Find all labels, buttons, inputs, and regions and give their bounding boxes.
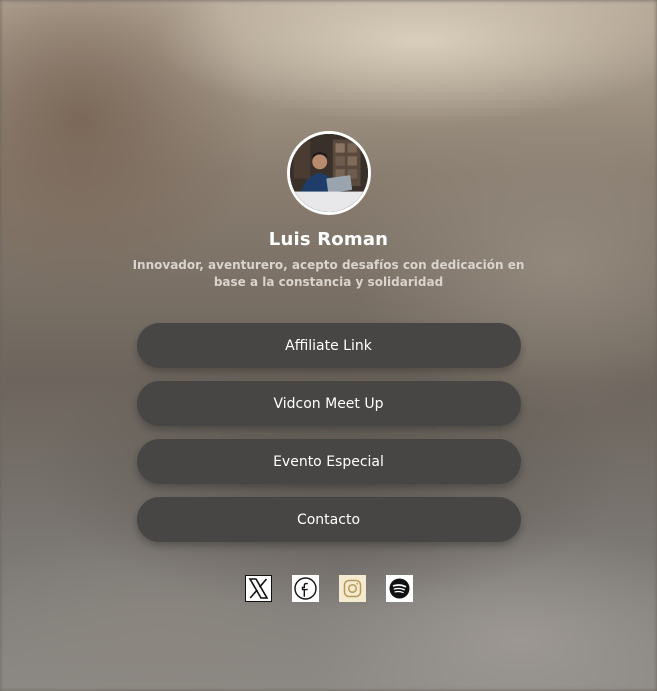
x-twitter-icon[interactable]	[244, 575, 272, 602]
social-icons	[244, 575, 413, 602]
avatar	[286, 131, 371, 215]
avatar-photo	[289, 134, 368, 212]
facebook-icon[interactable]	[291, 575, 319, 602]
evento-especial-button[interactable]: Evento Especial	[136, 439, 521, 484]
link-list: Affiliate Link Vidcon Meet Up Evento Esp…	[136, 323, 521, 542]
spotify-icon[interactable]	[385, 575, 413, 602]
contacto-button[interactable]: Contacto	[136, 497, 521, 542]
profile-name: Luis Roman	[268, 229, 389, 250]
profile-bio: Innovador, aventurero, acepto desafíos c…	[132, 258, 525, 289]
profile-page: Luis Roman Innovador, aventurero, acepto…	[0, 0, 657, 691]
affiliate-link-button[interactable]: Affiliate Link	[136, 323, 521, 368]
instagram-icon[interactable]	[338, 575, 366, 602]
vidcon-meet-up-button[interactable]: Vidcon Meet Up	[136, 381, 521, 426]
